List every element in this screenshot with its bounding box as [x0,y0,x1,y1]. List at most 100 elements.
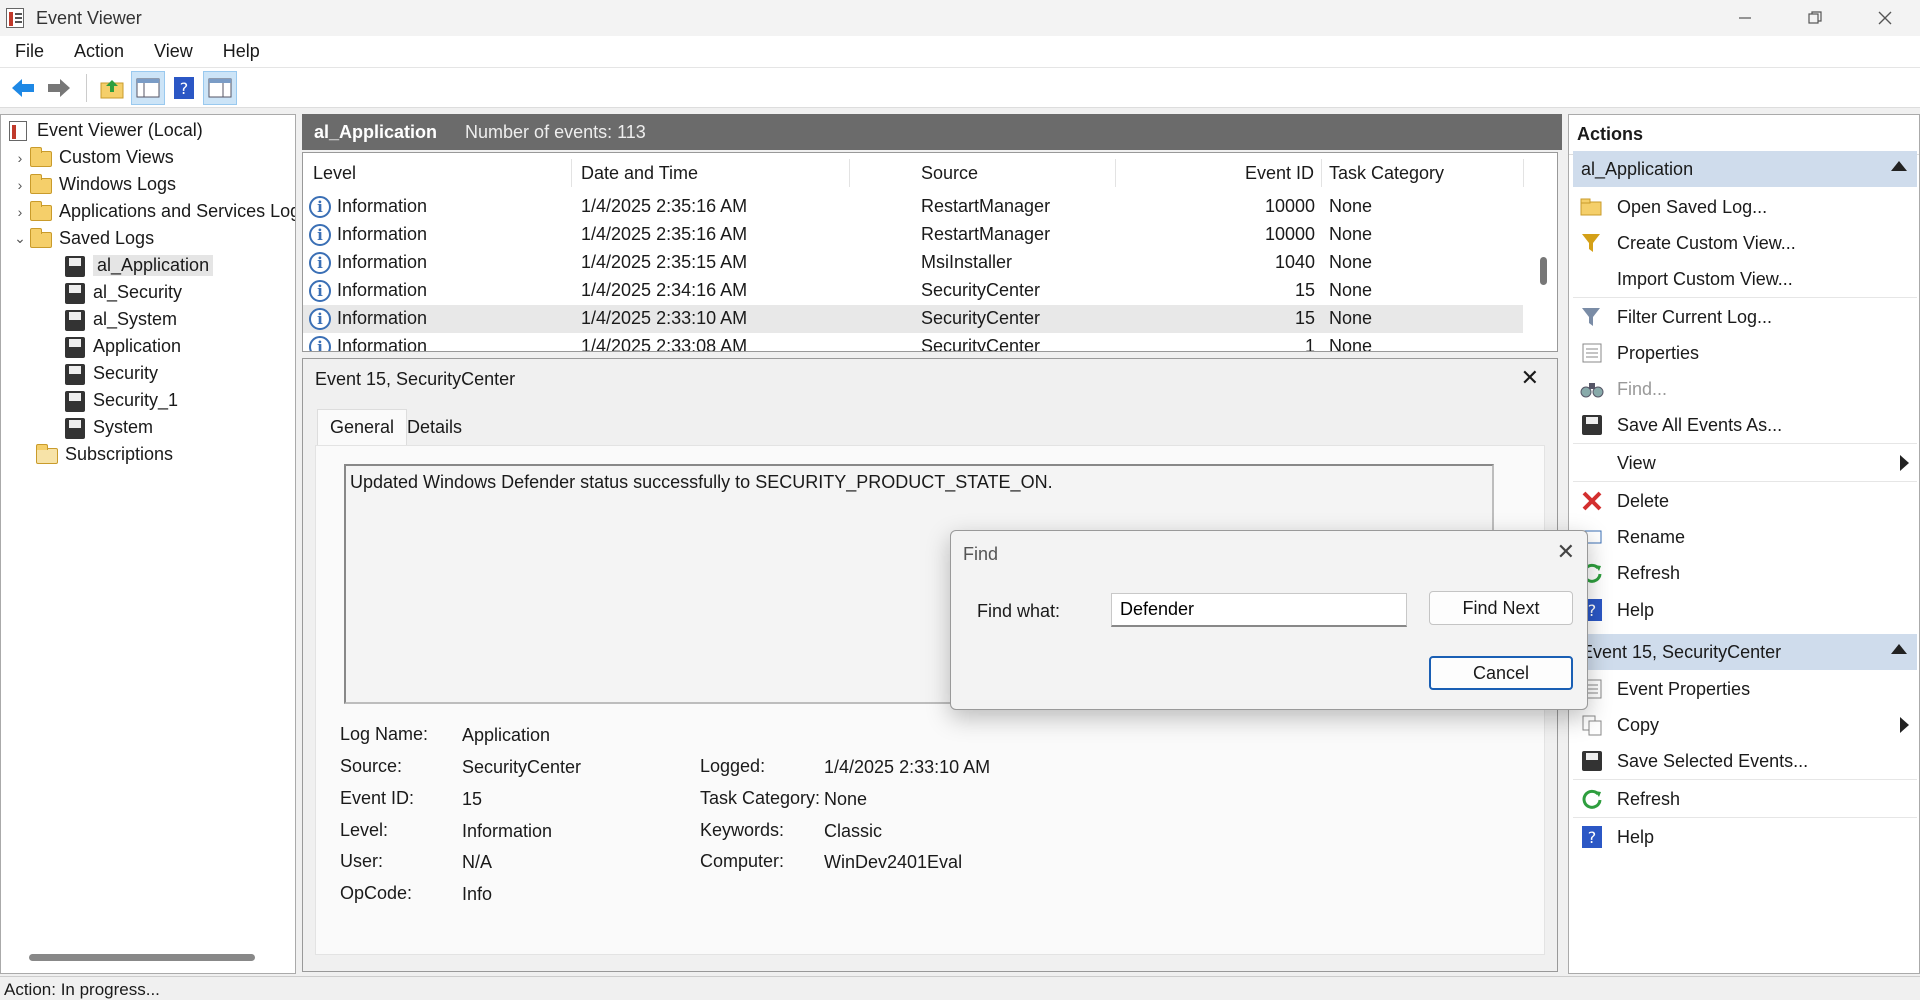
column-divider[interactable] [1115,159,1116,187]
menu-action[interactable]: Action [59,41,139,62]
tree-item-system[interactable]: System [63,414,153,441]
chevron-right-icon[interactable]: › [11,150,29,166]
show-hide-console-tree-button[interactable] [131,70,165,105]
chevron-right-icon[interactable]: › [11,204,29,220]
value-computer[interactable]: WinDev2401Eval [824,852,962,873]
column-divider[interactable] [571,159,572,187]
event-list-scrollbar[interactable] [1540,257,1547,285]
column-divider[interactable] [1321,159,1322,187]
forward-button[interactable] [42,71,76,105]
menu-file[interactable]: File [0,41,59,62]
status-bar: Action: In progress... [0,976,1920,1000]
action-help[interactable]: ? Help [1573,592,1917,628]
value-task-category[interactable]: None [824,789,867,810]
action-refresh[interactable]: Refresh [1573,555,1917,591]
chevron-right-icon[interactable]: › [11,177,29,193]
find-what-input[interactable] [1111,593,1407,627]
tree-item-application[interactable]: Application [63,333,181,360]
tree-item-security-1[interactable]: Security_1 [63,387,178,414]
action-save-all-events-as[interactable]: Save All Events As... [1573,407,1917,443]
table-row[interactable]: i Information 1/4/2025 2:33:08 AM Securi… [303,333,1523,351]
table-row-selected[interactable]: i Information 1/4/2025 2:33:10 AM Securi… [303,305,1523,333]
tree-item-saved-logs[interactable]: ⌄ Saved Logs [11,225,154,252]
actions-section-log[interactable]: al_Application [1573,151,1917,187]
menu-view[interactable]: View [139,41,208,62]
action-event-properties[interactable]: Event Properties [1573,671,1917,707]
action-open-saved-log[interactable]: Open Saved Log... [1573,189,1917,225]
action-view[interactable]: View [1573,445,1917,481]
tree-item-app-services-logs[interactable]: › Applications and Services Log [11,198,295,225]
chevron-down-icon[interactable]: ⌄ [11,230,29,247]
column-header-date[interactable]: Date and Time [581,163,698,184]
label-source: Source: [340,756,403,776]
action-refresh-event[interactable]: Refresh [1573,781,1917,817]
tree-item-al-application[interactable]: al_Application [63,252,214,279]
cancel-button[interactable]: Cancel [1429,656,1573,690]
event-detail-title: Event 15, SecurityCenter [315,369,516,389]
tree-label: al_Security [93,282,183,302]
show-hide-action-pane-button[interactable] [203,70,237,105]
tree-item-root[interactable]: Event Viewer (Local) [7,117,203,144]
column-header-task-category[interactable]: Task Category [1329,163,1444,184]
column-divider[interactable] [1523,159,1524,187]
action-label: Save All Events As... [1617,414,1783,435]
action-rename[interactable]: Rename [1573,519,1917,555]
tree-item-al-security[interactable]: al_Security [63,279,182,306]
back-button[interactable] [6,71,40,105]
value-log-name[interactable]: Application [462,725,550,746]
label-event-id: Event ID: [340,788,415,808]
minimize-button[interactable] [1710,0,1780,36]
menu-help[interactable]: Help [208,41,275,62]
table-row[interactable]: i Information 1/4/2025 2:34:16 AM Securi… [303,277,1523,305]
refresh-icon [1579,786,1605,812]
value-level[interactable]: Information [462,821,552,842]
column-header-source[interactable]: Source [921,163,978,184]
help-toolbar-button[interactable]: ? [167,71,201,105]
column-header-event-id[interactable]: Event ID [1245,163,1314,184]
action-find[interactable]: Find... [1573,371,1917,407]
svg-text:?: ? [1588,601,1597,620]
value-logged[interactable]: 1/4/2025 2:33:10 AM [824,757,990,778]
action-filter-current-log[interactable]: Filter Current Log... [1573,299,1917,335]
tab-general[interactable]: General [317,409,408,445]
value-user[interactable]: N/A [462,852,492,873]
action-delete[interactable]: Delete [1573,483,1917,519]
log-header: al_Application Number of events: 113 [302,114,1562,150]
tree-item-custom-views[interactable]: › Custom Views [11,144,174,171]
close-window-button[interactable] [1850,0,1920,36]
table-row[interactable]: i Information 1/4/2025 2:35:16 AM Restar… [303,193,1523,221]
column-divider[interactable] [849,159,850,187]
action-copy[interactable]: Copy [1573,707,1917,743]
tree-item-security[interactable]: Security [63,360,158,387]
tree-item-al-system[interactable]: al_System [63,306,177,333]
close-icon[interactable]: ✕ [1557,539,1575,565]
cell-task-category: None [1329,308,1373,328]
action-create-custom-view[interactable]: Create Custom View... [1573,225,1917,261]
collapse-icon[interactable] [1891,161,1907,171]
tree-item-subscriptions[interactable]: Subscriptions [35,441,173,468]
find-next-button[interactable]: Find Next [1429,591,1573,625]
value-opcode[interactable]: Info [462,884,492,905]
value-event-id[interactable]: 15 [462,789,482,810]
value-source[interactable]: SecurityCenter [462,757,581,778]
action-properties[interactable]: Properties [1573,335,1917,371]
close-icon[interactable]: ✕ [1521,365,1539,391]
up-folder-button[interactable] [95,71,129,105]
action-help-event[interactable]: ? Help [1573,819,1917,855]
actions-section-event[interactable]: Event 15, SecurityCenter [1573,634,1917,670]
table-row[interactable]: i Information 1/4/2025 2:35:15 AM MsiIns… [303,249,1523,277]
action-save-selected-events[interactable]: Save Selected Events... [1573,743,1917,779]
saved-log-icon [63,417,87,439]
tab-details[interactable]: Details [395,409,474,445]
table-row[interactable]: i Information 1/4/2025 2:35:16 AM Restar… [303,221,1523,249]
tree-item-windows-logs[interactable]: › Windows Logs [11,171,176,198]
tree-horizontal-scrollbar[interactable] [29,954,255,961]
label-computer: Computer: [700,851,785,871]
open-folder-icon [1579,194,1605,220]
collapse-icon[interactable] [1891,644,1907,654]
column-header-level[interactable]: Level [313,163,356,184]
restore-button[interactable] [1780,0,1850,36]
action-import-custom-view[interactable]: Import Custom View... [1573,261,1917,297]
value-keywords[interactable]: Classic [824,821,882,842]
save-icon [1579,748,1605,774]
